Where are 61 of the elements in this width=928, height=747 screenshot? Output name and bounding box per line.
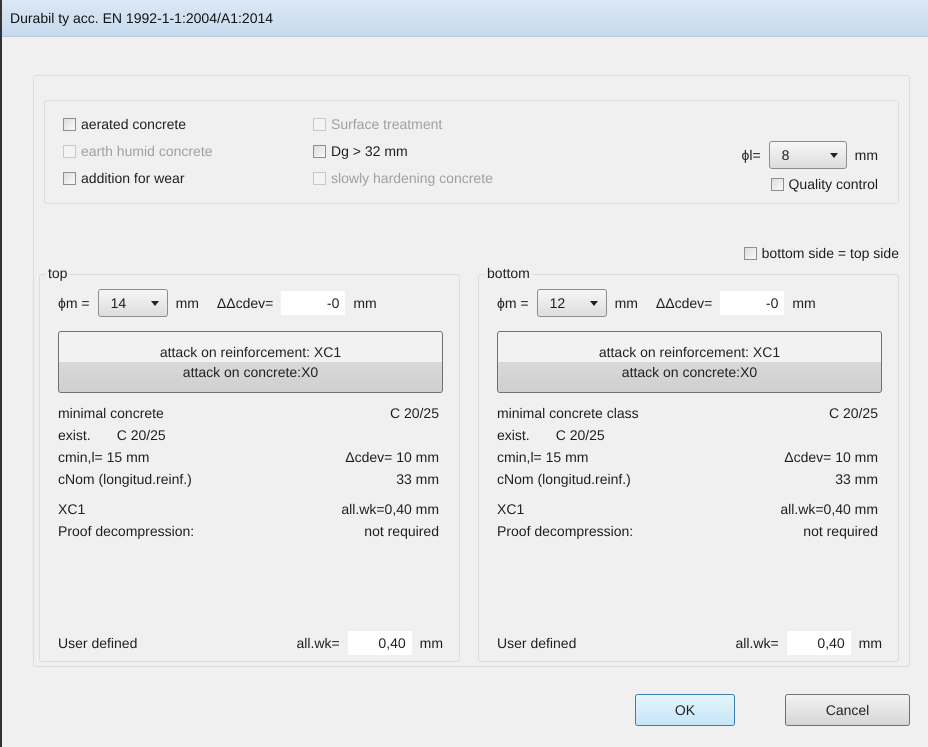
field-label: ΔΔcdev= [216,295,274,311]
unit-label: mm [353,295,377,311]
unit-label: mm [420,635,443,651]
input-field[interactable]: 0,40 [348,631,412,655]
checkbox[interactable]: bottom side = top side [744,242,899,264]
info-label: cNom (longitud.reinf.) [497,471,631,487]
input-field[interactable]: -0 [281,291,346,315]
info-value: all.wk=0,40 mm [341,501,439,517]
caret-icon [590,300,598,306]
checkbox[interactable]: Quality control [770,173,878,195]
field-label: ϕl= [742,147,761,163]
info-label: XC1 [58,501,86,517]
caret-icon [830,152,838,158]
field-label: ϕm = [58,295,90,311]
info-value: C 20/25 [116,427,166,443]
info-value: not required [364,523,439,539]
field-label: ΔΔcdev= [656,295,712,311]
field-label: all.wk= [296,635,340,651]
unit-label: mm [792,295,816,311]
input-field[interactable]: 0,40 [786,631,851,655]
field-label: User defined [497,635,576,651]
window-title: Durabil ty acc. EN 1992-1-1:2004/A1:2014 [10,10,274,26]
dialog-button[interactable]: OK [635,694,735,726]
info-label: cNom (longitud.reinf.) [58,471,192,487]
dropdown[interactable]: 12 [536,289,607,317]
unit-label: mm [176,295,199,311]
info-label: minimal concrete class [497,405,639,421]
info-label: cmin,l= 15 mm [497,449,588,465]
info-label: cmin,l= 15 mm [58,449,150,465]
info-value: C 20/25 [390,405,439,421]
info-value: C 20/25 [556,427,605,443]
panel-title: bottom [485,265,532,281]
checkbox[interactable]: aerated concrete [63,113,313,135]
caret-icon [150,300,159,306]
checkbox[interactable]: addition for wear [63,167,313,189]
checkbox[interactable]: Dg > 32 mm [313,140,643,162]
attack-button[interactable]: attack on reinforcement: XC1 attack on concrete:X0 [58,331,443,393]
info-label: Proof decompression: [58,523,194,539]
field-label: User defined [58,635,138,651]
unit-label: mm [858,635,882,651]
info-label: Proof decompression: [497,523,634,539]
info-value: Δcdev= 10 mm [345,449,439,465]
unit-label: mm [614,295,638,311]
info-value: not required [803,523,878,539]
info-label: exist. [497,427,530,443]
info-label: exist. [58,427,91,443]
dropdown[interactable]: 8 [768,141,847,169]
dialog-button[interactable]: Cancel [785,694,910,726]
info-value: C 20/25 [828,405,878,421]
info-label: minimal concrete [58,405,164,421]
dropdown[interactable]: 14 [98,289,168,317]
field-label: all.wk= [735,635,779,651]
info-label: XC1 [497,501,524,517]
info-value: 33 mm [396,471,439,487]
info-value: all.wk=0,40 mm [780,501,878,517]
info-value: 33 mm [835,471,878,487]
input-field[interactable]: -0 [720,291,784,315]
field-label: ϕm = [497,295,529,311]
info-value: Δcdev= 10 mm [784,449,878,465]
attack-button[interactable]: attack on reinforcement: XC1 attack on concrete:X0 [497,331,882,393]
unit-label: mm [854,147,878,163]
